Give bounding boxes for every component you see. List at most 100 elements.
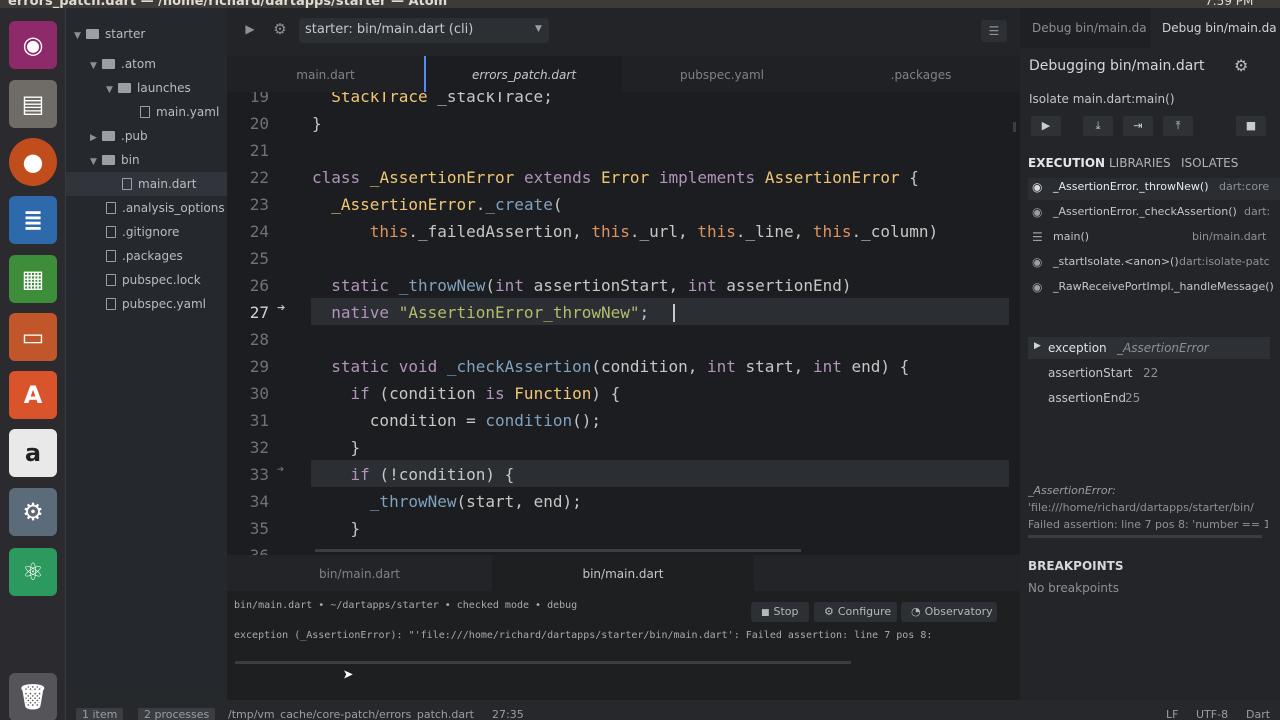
file-icon (106, 250, 116, 262)
error-scrollbar[interactable] (1028, 535, 1262, 538)
status-items[interactable]: 1 item (76, 708, 124, 720)
folder-icon (118, 83, 131, 93)
error-message: Failed assertion: line 7 pos 8: 'number … (1028, 518, 1268, 531)
resume-button[interactable]: ▶ (1031, 116, 1061, 136)
stop-button[interactable]: ■ Stop (751, 602, 809, 622)
stop-icon: ■ (761, 608, 770, 618)
configure-button[interactable]: ⚙ Configure (814, 602, 897, 622)
tree-item[interactable]: ▼ .atom (66, 52, 227, 76)
debugger-panel: Debug bin/main.da Debug bin/main.da Debu… (1020, 8, 1280, 700)
tree-item[interactable]: ▼ bin (66, 148, 227, 172)
tab-pubspec-yaml[interactable]: pubspec.yaml (622, 56, 822, 92)
chevron-down-icon: ▼ (106, 85, 113, 95)
file-icon (122, 178, 132, 190)
line-number: 19 (249, 92, 269, 106)
launch-info: bin/main.dart • ~/dartapps/starter • che… (234, 600, 578, 611)
folder-icon (102, 59, 115, 69)
tree-item[interactable]: pubspec.lock (66, 268, 227, 292)
stack-frame[interactable]: main() (1053, 230, 1089, 243)
tab-isolates[interactable]: ISOLATES (1181, 156, 1238, 170)
console-output[interactable]: exception (_AssertionError): "'file:///h… (234, 630, 1014, 641)
stack-frame[interactable]: _RawReceivePortImpl._handleMessage() (1053, 280, 1280, 293)
code-editor[interactable]: ➔ ➔ 19 StackTrace _stackTrace; 20 } 21 2… (227, 92, 1020, 555)
tab-main-dart[interactable]: main.dart (227, 56, 424, 92)
tab-errors-patch-dart[interactable]: errors_patch.dart (424, 56, 622, 92)
settings-icon[interactable]: ⚙ (9, 488, 57, 536)
code-line: StackTrace _stackTrace; (331, 92, 553, 106)
gear-icon[interactable]: ⚙ (269, 20, 291, 40)
stack-frame[interactable]: _AssertionError._checkAssertion() (1053, 205, 1237, 218)
variable-name[interactable]: assertionStart (1048, 366, 1132, 380)
atom-icon[interactable]: ⚛ (9, 548, 57, 596)
ubuntu-dash-icon[interactable]: ◉ (9, 21, 57, 69)
tree-item[interactable]: pubspec.yaml (66, 292, 227, 316)
step-into-button[interactable]: ⇥ (1123, 116, 1153, 136)
software-center-icon[interactable]: A (9, 371, 57, 419)
tree-item[interactable]: ▼ launches (66, 76, 227, 100)
tree-item[interactable]: .packages (66, 244, 227, 268)
status-processes[interactable]: 2 processes (138, 708, 216, 720)
amazon-icon[interactable]: a (9, 429, 57, 477)
impress-icon[interactable]: ▭ (9, 313, 57, 361)
writer-icon[interactable]: ≣ (9, 196, 57, 244)
status-file-path[interactable]: /tmp/vm_cache/core-patch/errors_patch.da… (228, 708, 474, 720)
launch-config-select[interactable]: starter: bin/main.dart (cli) ▼ (299, 18, 549, 43)
tree-item[interactable]: ▶ .pub (66, 124, 227, 148)
status-encoding[interactable]: UTF-8 (1196, 708, 1228, 720)
status-line-ending[interactable]: LF (1166, 708, 1178, 720)
list-icon[interactable]: ☰ (981, 20, 1007, 42)
tree-item-selected[interactable]: main.dart (66, 172, 227, 196)
stack-frame-location: dart: (1244, 205, 1271, 218)
files-icon[interactable]: ▤ (9, 80, 57, 128)
step-arrow-icon: ➔ (277, 462, 285, 476)
tree-root[interactable]: ▼ starter (66, 22, 227, 46)
calc-icon[interactable]: ▦ (9, 255, 57, 303)
tab-execution[interactable]: EXECUTION (1028, 156, 1105, 170)
code-line: } (312, 114, 322, 133)
step-over-button[interactable]: ⤓ (1083, 116, 1113, 136)
code-line: native "AssertionError_throwNew"; (331, 303, 650, 322)
variable-value: 25 (1125, 391, 1141, 405)
run-icon[interactable]: ▶ (239, 22, 261, 40)
console-tab-active[interactable]: bin/main.dart (492, 555, 754, 591)
tab-packages[interactable]: .packages (822, 56, 1020, 92)
editor-vertical-scrollbar[interactable] (1013, 122, 1016, 132)
file-icon (106, 274, 116, 286)
stop-button[interactable]: ■ (1236, 116, 1266, 136)
trash-icon[interactable]: 🗑 (9, 673, 57, 720)
gear-icon[interactable]: ⚙ (1234, 56, 1248, 75)
stack-frame[interactable]: _AssertionError._throwNew() (1053, 180, 1209, 193)
console-scrollbar[interactable] (235, 661, 851, 664)
code-line: _throwNew(start, end); (369, 492, 582, 511)
line-number: 20 (249, 114, 269, 133)
error-type: _AssertionError: (1028, 484, 1116, 497)
tab-libraries[interactable]: LIBRARIES (1109, 156, 1171, 170)
status-cursor-position[interactable]: 27:35 (492, 708, 524, 720)
step-out-button[interactable]: ⤒ (1163, 116, 1193, 136)
chevron-down-icon: ▼ (90, 157, 97, 167)
text-cursor (673, 304, 675, 322)
firefox-icon[interactable]: ● (9, 138, 57, 186)
editor-horizontal-scrollbar[interactable] (315, 549, 801, 552)
tree-view: ▼ starter ▼ .atom ▼ launches main.yaml ▶ .pu… (66, 8, 227, 700)
clock[interactable]: 7:59 PM (1205, 0, 1253, 8)
console-tab[interactable]: bin/main.dart (227, 555, 492, 591)
code-line: if (!condition) { (350, 465, 515, 484)
line-number: 26 (249, 276, 269, 295)
folder-icon (86, 29, 99, 39)
observatory-button[interactable]: ◔ Observatory (901, 602, 997, 622)
variable-name[interactable]: assertionEnd (1048, 391, 1126, 405)
code-line: if (condition is Function) { (350, 384, 621, 403)
tree-item[interactable]: .gitignore (66, 220, 227, 244)
debugger-tab[interactable]: Debug bin/main.da (1032, 21, 1147, 35)
tree-item[interactable]: .analysis_options (66, 196, 227, 220)
line-number: 32 (249, 438, 269, 457)
status-grammar[interactable]: Dart (1246, 708, 1270, 720)
tree-item[interactable]: main.yaml (66, 100, 227, 124)
line-number: 21 (249, 141, 269, 160)
code-line: this._failedAssertion, this._url, this._… (369, 222, 939, 241)
stack-frame[interactable]: _startIsolate.<anon>() (1053, 255, 1179, 268)
window-title: errors_patch.dart — /home/richard/dartap… (8, 0, 448, 8)
debugger-tab-active[interactable]: Debug bin/main.da (1162, 21, 1277, 35)
eye-icon: ◉ (1032, 280, 1043, 294)
